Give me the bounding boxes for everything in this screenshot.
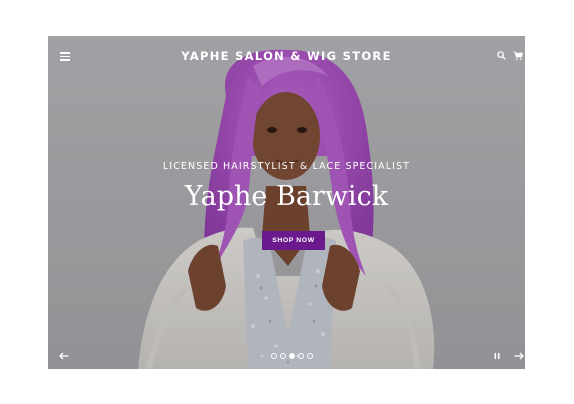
slide-dot-2[interactable] [280,353,286,359]
slide-dot-3[interactable] [289,353,295,359]
site-header: YAPHE SALON & WIG STORE [48,36,525,76]
store-title[interactable]: YAPHE SALON & WIG STORE [48,49,525,63]
slide-dot-1[interactable] [271,353,277,359]
hero-slideshow: YAPHE SALON & WIG STORE LICENSED HAIRSTY… [48,36,525,369]
pause-icon[interactable] [493,352,501,360]
search-icon[interactable] [497,51,506,60]
slide-dot-4[interactable] [298,353,304,359]
hero-title: Yaphe Barwick [184,181,389,212]
shop-now-button[interactable]: SHOP NOW [262,231,325,250]
slide-dot-5[interactable] [307,353,313,359]
slide-indicators [271,353,316,359]
arrow-left-icon[interactable] [59,352,69,360]
cart-icon[interactable] [513,51,523,60]
arrow-right-icon[interactable] [514,352,524,360]
hero-subheading: LICENSED HAIRSTYLIST & LACE SPECIALIST [162,161,411,172]
